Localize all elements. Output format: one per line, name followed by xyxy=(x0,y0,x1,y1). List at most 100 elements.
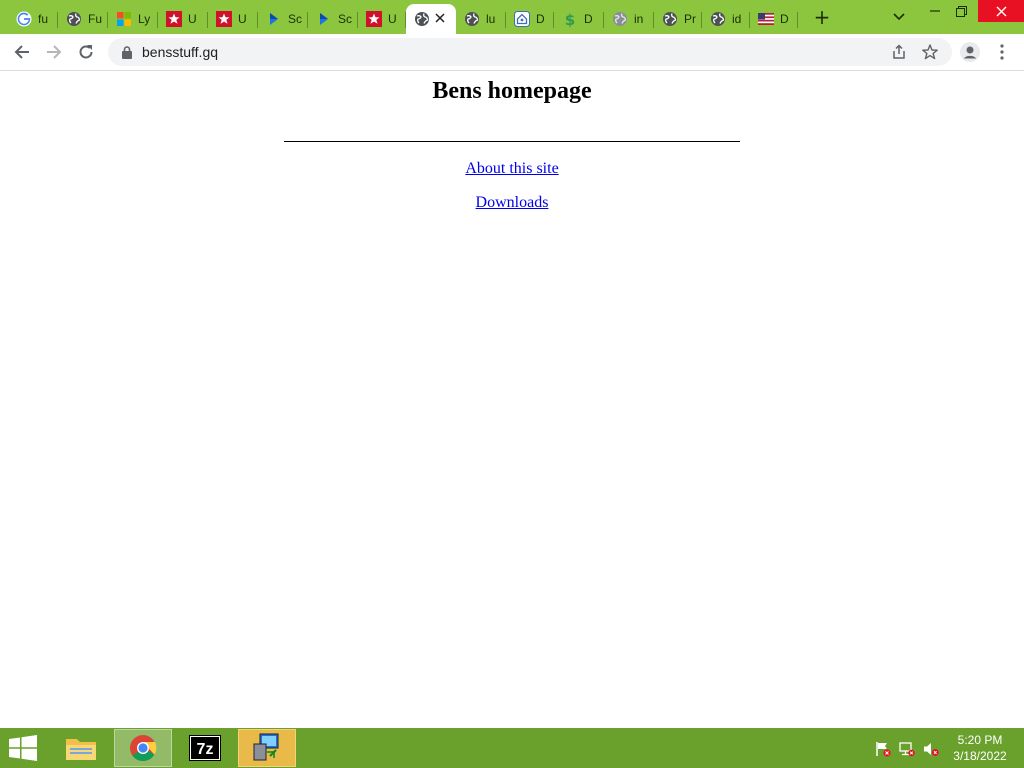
file-explorer-icon xyxy=(66,739,96,760)
kebab-menu-icon xyxy=(1000,44,1004,60)
taskbar-7zip[interactable]: 7z xyxy=(176,729,234,767)
chevron-down-icon xyxy=(893,13,905,21)
arrow-right-icon xyxy=(47,45,62,59)
tab-separator xyxy=(797,12,798,28)
flag-warning-icon xyxy=(876,742,891,757)
tab-close-button[interactable] xyxy=(432,11,448,27)
network-status[interactable] xyxy=(898,740,916,758)
tab-title: D xyxy=(584,12,593,26)
new-tab-button[interactable]: + xyxy=(810,6,834,30)
microsoft-icon xyxy=(116,11,132,27)
tab-title: Pr xyxy=(684,12,696,26)
globe-icon xyxy=(662,11,678,27)
tab[interactable]: D xyxy=(506,4,554,34)
svg-text:$: $ xyxy=(565,11,575,27)
tab-title: U xyxy=(238,12,247,26)
tab[interactable]: Sc xyxy=(258,4,308,34)
page-title: Bens homepage xyxy=(432,78,592,104)
taskbar-chrome[interactable] xyxy=(114,729,172,767)
reload-icon xyxy=(79,45,93,59)
share-button[interactable] xyxy=(890,43,908,61)
us-flag-icon xyxy=(758,11,774,27)
taskbar-file-explorer[interactable] xyxy=(52,729,110,767)
menu-button[interactable] xyxy=(990,40,1014,64)
clock-date: 3/18/2022 xyxy=(953,749,1007,763)
tab-title: Sc xyxy=(338,12,353,26)
tab[interactable]: U xyxy=(208,4,258,34)
close-icon xyxy=(996,6,1006,16)
network-setup-icon xyxy=(253,733,279,761)
avatar-icon xyxy=(960,42,980,62)
bookmark-button[interactable] xyxy=(920,42,940,62)
tab[interactable]: U xyxy=(158,4,208,34)
tab-title: Sc xyxy=(288,12,303,26)
google-icon xyxy=(16,11,32,27)
tab[interactable]: Pr xyxy=(654,4,702,34)
svg-text:7z: 7z xyxy=(197,741,214,758)
tab[interactable]: in xyxy=(604,4,654,34)
tab-title: id xyxy=(732,12,742,26)
red-star-icon xyxy=(166,11,182,27)
arrow-left-icon xyxy=(14,45,29,59)
taskbar-network-setup[interactable] xyxy=(238,729,296,767)
blue-chevron-icon xyxy=(266,11,282,27)
tab[interactable]: U xyxy=(358,4,406,34)
share-icon xyxy=(893,44,905,59)
about-link[interactable]: About this site xyxy=(0,160,1024,178)
tab[interactable]: id xyxy=(702,4,750,34)
red-star-icon xyxy=(216,11,232,27)
windows-logo-icon xyxy=(9,735,37,761)
start-button[interactable] xyxy=(8,735,38,761)
tab[interactable]: Ly xyxy=(108,4,158,34)
restore-icon xyxy=(955,5,967,17)
globe-icon xyxy=(710,11,726,27)
tab[interactable]: Fu xyxy=(58,4,108,34)
globe-icon xyxy=(414,11,430,27)
tab-search-button[interactable] xyxy=(888,6,910,28)
address-bar[interactable]: bensstuff.gq xyxy=(108,38,952,66)
action-center-flag[interactable] xyxy=(874,740,892,758)
profile-button[interactable] xyxy=(958,40,982,64)
tab-title: in xyxy=(634,12,644,26)
tab-title: Fu xyxy=(88,12,103,26)
close-window-button[interactable] xyxy=(978,0,1024,22)
system-clock[interactable]: 5:20 PM 3/18/2022 xyxy=(940,732,1020,764)
back-button[interactable] xyxy=(10,40,34,64)
tab-title: U xyxy=(388,12,397,26)
tab[interactable]: D xyxy=(750,4,798,34)
forward-button[interactable] xyxy=(42,40,66,64)
downloads-link-label[interactable]: Downloads xyxy=(476,194,549,211)
volume-control[interactable] xyxy=(922,740,940,758)
tab-title: Ly xyxy=(138,12,151,26)
clock-time: 5:20 PM xyxy=(957,733,1003,747)
globe-gray-icon xyxy=(612,11,628,27)
tab-title: U xyxy=(188,12,197,26)
blue-chevron-icon xyxy=(316,11,332,27)
7zip-icon: 7z xyxy=(189,735,221,761)
volume-muted-icon xyxy=(924,743,939,756)
downloads-link[interactable]: Downloads xyxy=(0,194,1024,212)
dollar-icon: $ xyxy=(562,11,578,27)
tab[interactable]: lu xyxy=(456,4,506,34)
tab-active[interactable] xyxy=(406,4,456,34)
network-disconnected-icon xyxy=(899,742,915,757)
tab[interactable]: fu xyxy=(8,4,58,34)
taskbar: 7z 5:20 PM 3/18/2022 xyxy=(0,728,1024,768)
tab-title: D xyxy=(780,12,789,26)
web-page: Bens homepage About this site Downloads xyxy=(0,72,1024,728)
restore-button[interactable] xyxy=(944,0,978,22)
browser-toolbar: bensstuff.gq xyxy=(0,34,1024,71)
tab-title: lu xyxy=(486,12,496,26)
lock-icon[interactable] xyxy=(120,44,134,60)
about-link-label[interactable]: About this site xyxy=(465,160,558,177)
horizontal-rule xyxy=(284,141,740,142)
tab[interactable]: $ D xyxy=(554,4,604,34)
tab[interactable]: Sc xyxy=(308,4,358,34)
home-outline-icon xyxy=(514,11,530,27)
reload-button[interactable] xyxy=(74,40,98,64)
chrome-icon xyxy=(130,735,157,762)
minimize-icon xyxy=(930,10,940,12)
tab-title: fu xyxy=(38,12,49,26)
tab-strip: fu Fu Ly U U Sc Sc Ulu D $ Din Pr id D + xyxy=(0,0,1024,34)
address-url[interactable]: bensstuff.gq xyxy=(142,44,218,60)
